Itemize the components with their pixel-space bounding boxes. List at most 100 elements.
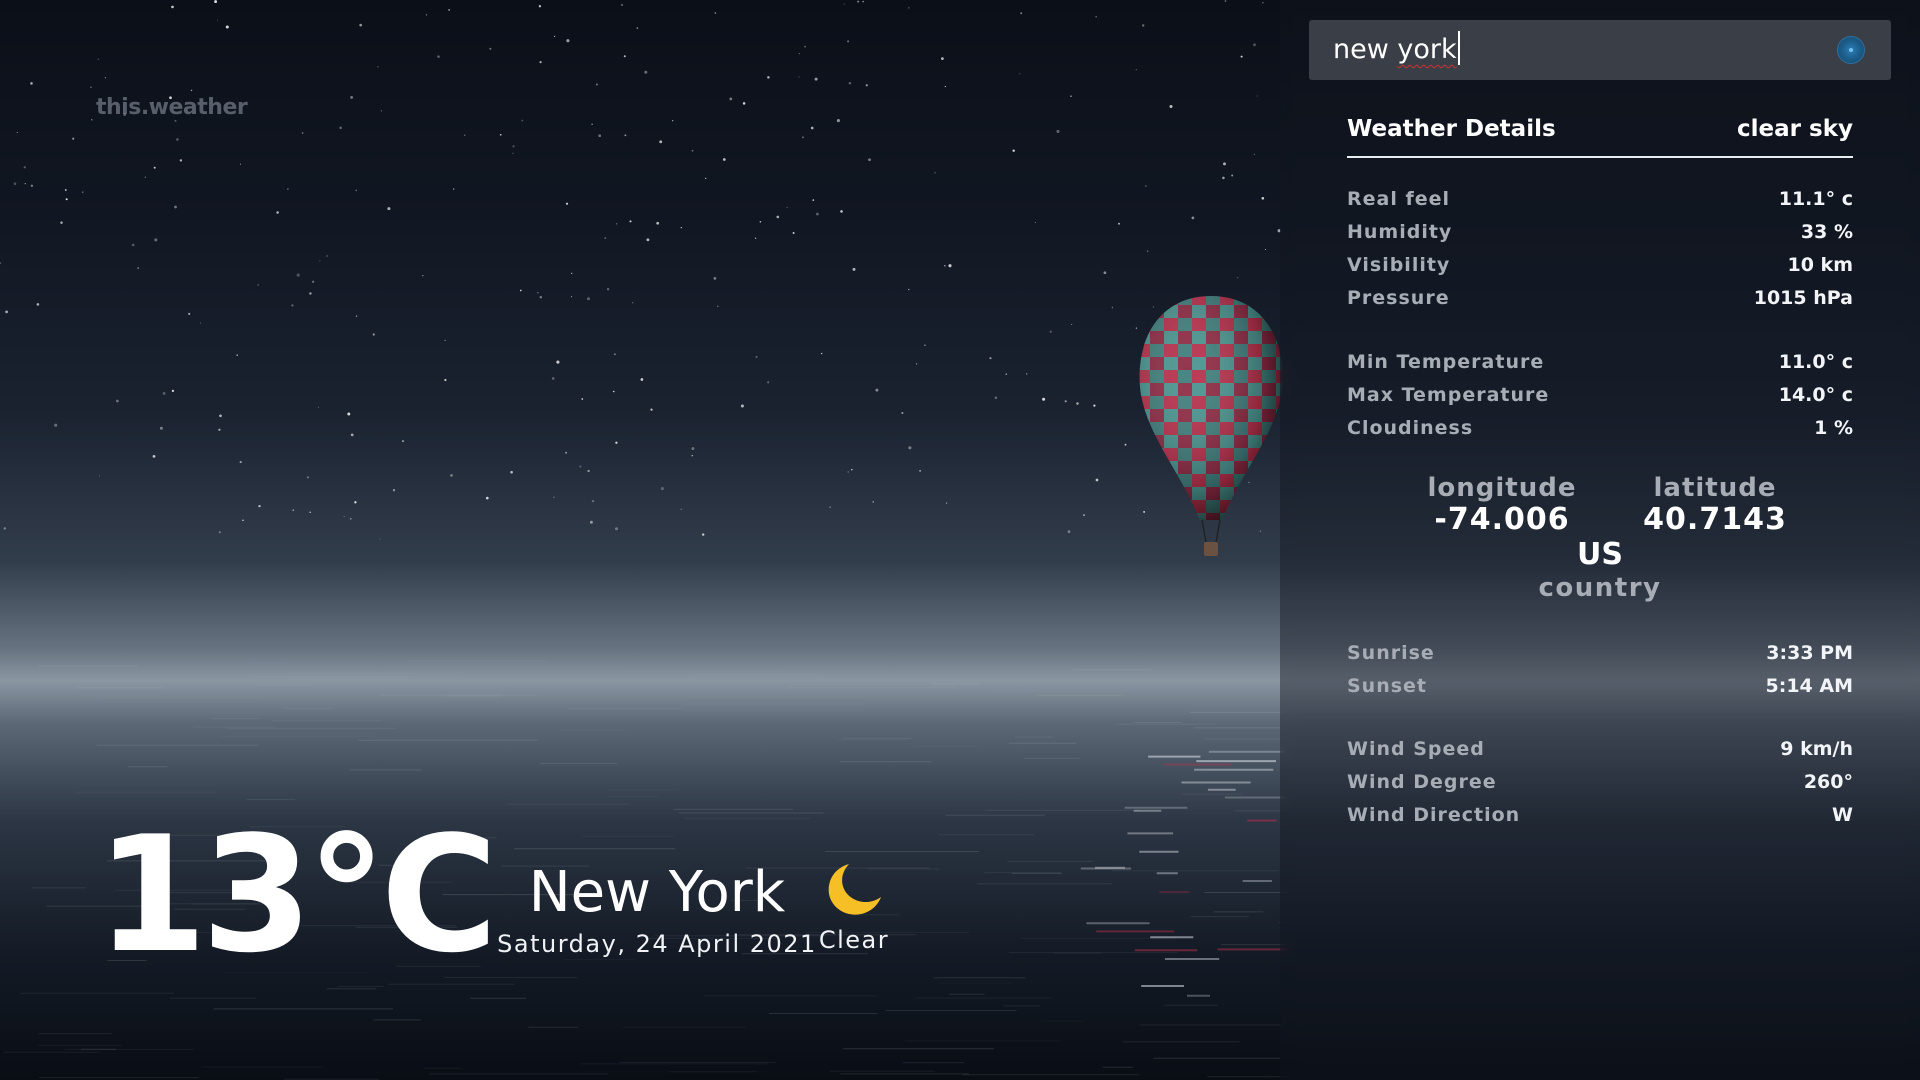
detail-row-sunrise: Sunrise 3:33 PM: [1347, 638, 1853, 671]
star: [179, 159, 183, 162]
star: [656, 221, 660, 225]
detail-label: Min Temperature: [1347, 351, 1545, 373]
star: [519, 289, 522, 292]
star: [339, 126, 342, 130]
star: [512, 145, 515, 148]
longitude-block: longitude -74.006: [1417, 472, 1587, 536]
star: [571, 272, 573, 274]
star: [162, 391, 166, 395]
star: [174, 205, 177, 209]
star: [1253, 43, 1256, 47]
latitude-label: latitude: [1653, 473, 1777, 503]
star: [629, 220, 632, 223]
star: [153, 166, 156, 169]
star: [292, 509, 295, 512]
current-date: Saturday, 24 April 2021: [497, 930, 817, 958]
star: [1067, 530, 1071, 533]
star: [1093, 404, 1096, 407]
star: [1224, 0, 1227, 2]
star: [1265, 248, 1267, 251]
star: [908, 288, 910, 291]
star: [553, 35, 556, 37]
star: [425, 14, 428, 16]
star: [680, 508, 682, 510]
detail-row-wind-speed: Wind Speed 9 km/h: [1347, 734, 1853, 767]
star: [326, 255, 328, 257]
star: [810, 126, 814, 130]
star: [875, 388, 879, 392]
star: [90, 86, 92, 88]
star: [598, 134, 602, 138]
star: [948, 264, 952, 268]
star: [512, 152, 514, 154]
star: [1049, 330, 1052, 333]
detail-row-real-feel: Real feel 11.1° c: [1347, 184, 1853, 217]
star: [691, 149, 694, 152]
star: [556, 360, 560, 364]
star: [852, 267, 856, 271]
search-input[interactable]: new york: [1333, 31, 1460, 68]
search-input-text-misspelled: york: [1397, 34, 1457, 65]
star: [510, 470, 513, 474]
star: [847, 40, 850, 43]
star: [944, 264, 946, 267]
detail-row-min-temperature: Min Temperature 11.0° c: [1347, 347, 1853, 380]
star: [453, 188, 455, 190]
star: [464, 134, 466, 137]
star: [242, 519, 244, 522]
star: [319, 260, 321, 262]
star: [614, 527, 619, 531]
star: [840, 210, 843, 213]
latitude-block: latitude 40.7143: [1630, 472, 1800, 536]
geo-coordinates: longitude -74.006 latitude 40.7143 US co…: [1347, 472, 1853, 612]
star: [236, 354, 238, 356]
crescent-moon-icon: [828, 864, 881, 915]
star: [767, 381, 770, 384]
star: [64, 189, 67, 191]
longitude-label: longitude: [1427, 473, 1577, 503]
detail-value: 260°: [1803, 771, 1853, 793]
star: [868, 158, 871, 162]
temperature-details-group: Min Temperature 11.0° c Max Temperature …: [1347, 347, 1853, 446]
star: [159, 426, 163, 430]
country-code: US: [1577, 537, 1623, 572]
star: [377, 66, 379, 68]
star: [380, 110, 382, 112]
star: [1056, 129, 1060, 133]
star: [1231, 174, 1234, 177]
star: [72, 137, 75, 140]
star: [23, 166, 26, 169]
star: [1262, 2, 1264, 4]
detail-value: 5:14 AM: [1765, 675, 1854, 697]
detail-label: Sunrise: [1347, 642, 1435, 664]
star: [485, 496, 489, 500]
detail-label: Pressure: [1347, 287, 1450, 309]
star: [944, 85, 946, 88]
star: [612, 390, 615, 393]
star: [296, 273, 300, 277]
star: [171, 5, 174, 9]
star: [851, 468, 853, 471]
star: [306, 476, 309, 479]
star: [1240, 55, 1243, 58]
app-logo[interactable]: this.weather: [96, 95, 248, 120]
star: [538, 5, 542, 8]
search-icon[interactable]: [1837, 36, 1865, 64]
star: [680, 226, 682, 229]
detail-value: 11.1° c: [1778, 188, 1853, 210]
starry-sky-background: [0, 0, 1281, 540]
star: [820, 352, 823, 355]
star: [116, 399, 119, 403]
city-name: New York: [528, 860, 786, 925]
star: [1070, 95, 1072, 98]
star: [702, 533, 705, 536]
star: [615, 441, 618, 444]
star: [199, 322, 202, 324]
star: [640, 378, 644, 381]
text-cursor: [1457, 31, 1460, 65]
weather-details: Weather Details clear sky Real feel 11.1…: [1347, 112, 1853, 826]
star: [565, 202, 569, 205]
detail-label: Cloudiness: [1347, 417, 1474, 439]
star: [591, 499, 595, 503]
star: [539, 295, 543, 299]
